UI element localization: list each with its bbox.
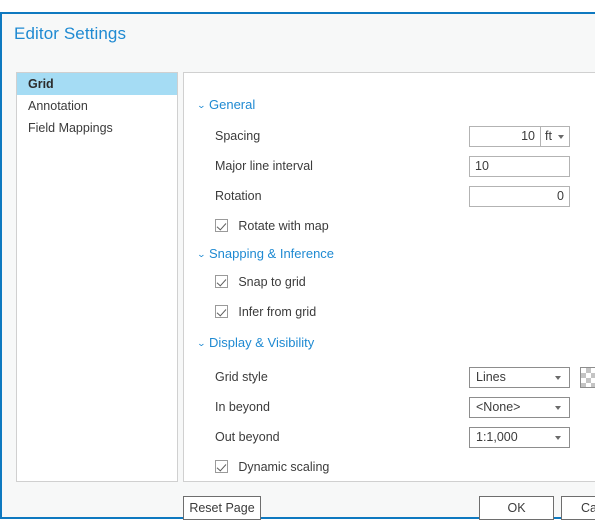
row-out-beyond: Out beyond 1:1,000 xyxy=(184,427,595,449)
settings-content-panel: ⌄ General Spacing 10 ft Major line interv… xyxy=(183,72,595,482)
grid-style-dropdown[interactable]: Lines xyxy=(469,367,570,388)
grid-style-value: Lines xyxy=(476,370,506,384)
rotate-with-map-label: Rotate with map xyxy=(238,219,329,233)
chevron-down-icon xyxy=(555,436,561,440)
rotation-input[interactable]: 0 xyxy=(469,186,570,207)
sidebar-item-annotation[interactable]: Annotation xyxy=(17,95,177,117)
sidebar-item-grid[interactable]: Grid xyxy=(17,73,177,95)
out-beyond-label: Out beyond xyxy=(215,430,280,444)
chevron-down-icon: ⌄ xyxy=(196,100,207,110)
in-beyond-value: <None> xyxy=(476,400,521,414)
spacing-unit-value: ft xyxy=(545,129,552,143)
section-header-display[interactable]: ⌄ Display & Visibility xyxy=(196,335,315,350)
cancel-button[interactable]: Cancel xyxy=(561,496,595,520)
page-title: Editor Settings xyxy=(14,24,127,43)
major-line-interval-input[interactable]: 10 xyxy=(469,156,570,177)
in-beyond-label: In beyond xyxy=(215,400,270,414)
settings-nav-panel: Grid Annotation Field Mappings xyxy=(16,72,178,482)
spacing-label: Spacing xyxy=(215,129,261,143)
rotation-label: Rotation xyxy=(215,189,262,203)
checkbox-icon xyxy=(215,305,228,318)
snap-to-grid-checkbox[interactable]: Snap to grid xyxy=(215,275,306,293)
ok-button[interactable]: OK xyxy=(479,496,554,520)
chevron-down-icon xyxy=(555,376,561,380)
section-title: General xyxy=(209,97,256,112)
out-beyond-value: 1:1,000 xyxy=(476,430,518,444)
sidebar-item-field-mappings[interactable]: Field Mappings xyxy=(17,117,177,139)
chevron-down-icon xyxy=(555,406,561,410)
infer-from-grid-checkbox[interactable]: Infer from grid xyxy=(215,305,316,323)
in-beyond-dropdown[interactable]: <None> xyxy=(469,397,570,418)
row-rotation: Rotation 0 xyxy=(184,186,595,208)
out-beyond-dropdown[interactable]: 1:1,000 xyxy=(469,427,570,448)
rotate-with-map-checkbox[interactable]: Rotate with map xyxy=(215,219,329,237)
row-grid-style: Grid style Lines xyxy=(184,367,595,389)
checkbox-icon xyxy=(215,275,228,288)
grid-color-swatch[interactable] xyxy=(580,367,595,388)
section-header-snapping[interactable]: ⌄ Snapping & Inference xyxy=(196,246,335,261)
dialog-title-bar: Editor Settings xyxy=(2,14,595,54)
row-major-line-interval: Major line interval 10 xyxy=(184,156,595,178)
spacing-unit-dropdown[interactable]: ft xyxy=(541,126,570,147)
snap-to-grid-label: Snap to grid xyxy=(238,275,306,289)
chevron-down-icon: ⌄ xyxy=(196,338,207,348)
section-header-general[interactable]: ⌄ General xyxy=(196,97,256,112)
dialog-body: Grid Annotation Field Mappings ⌄ General … xyxy=(2,54,595,520)
infer-from-grid-label: Infer from grid xyxy=(238,305,317,319)
row-in-beyond: In beyond <None> xyxy=(184,397,595,419)
chevron-down-icon: ⌄ xyxy=(196,249,207,259)
reset-page-button[interactable]: Reset Page xyxy=(183,496,261,520)
section-title: Display & Visibility xyxy=(209,335,315,350)
dynamic-scaling-label: Dynamic scaling xyxy=(238,460,330,474)
spacing-input[interactable]: 10 xyxy=(469,126,541,147)
checkbox-icon xyxy=(215,460,228,473)
major-line-interval-label: Major line interval xyxy=(215,159,313,173)
editor-settings-dialog: Editor Settings Grid Annotation Field Ma… xyxy=(0,12,595,520)
row-spacing: Spacing 10 ft xyxy=(184,126,595,148)
dynamic-scaling-checkbox[interactable]: Dynamic scaling xyxy=(215,460,329,478)
chevron-down-icon xyxy=(558,135,564,139)
grid-style-label: Grid style xyxy=(215,370,268,384)
sidebar-item-label: Annotation xyxy=(28,99,88,113)
checkbox-icon xyxy=(215,219,228,232)
sidebar-item-label: Grid xyxy=(28,77,54,91)
section-title: Snapping & Inference xyxy=(209,246,335,261)
sidebar-item-label: Field Mappings xyxy=(28,121,113,135)
